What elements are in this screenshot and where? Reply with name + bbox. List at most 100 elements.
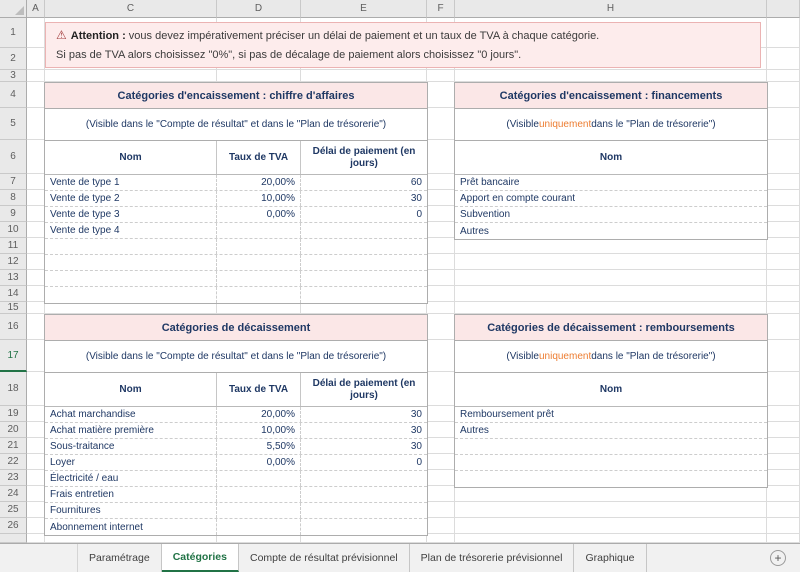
- grid-cell[interactable]: [427, 502, 455, 518]
- cell[interactable]: [301, 503, 427, 518]
- cell[interactable]: [301, 519, 427, 535]
- column-header-E[interactable]: E: [301, 0, 427, 18]
- grid-cell[interactable]: [27, 222, 45, 238]
- cell[interactable]: Autres: [455, 223, 767, 239]
- grid-cell[interactable]: [767, 254, 800, 270]
- row-header-25[interactable]: 25: [0, 502, 27, 518]
- grid-cell[interactable]: [27, 340, 45, 372]
- row-header-12[interactable]: 12: [0, 254, 27, 270]
- grid-cell[interactable]: [301, 70, 427, 82]
- cell[interactable]: [217, 503, 301, 518]
- table-subtitle[interactable]: (Visible uniquement dans le "Plan de tré…: [455, 341, 767, 373]
- cell[interactable]: [217, 239, 301, 254]
- grid-cell[interactable]: [455, 534, 767, 543]
- cell[interactable]: [301, 471, 427, 486]
- cell[interactable]: [217, 271, 301, 286]
- grid-cell[interactable]: [427, 70, 455, 82]
- grid-cell[interactable]: [427, 372, 455, 406]
- row-header-2[interactable]: 2: [0, 48, 27, 70]
- cell[interactable]: Achat matière première: [45, 423, 217, 438]
- cell[interactable]: [301, 487, 427, 502]
- column-header-F[interactable]: F: [427, 0, 455, 18]
- column-header-cell[interactable]: Nom: [45, 373, 217, 406]
- grid-cell[interactable]: [455, 286, 767, 302]
- grid-cell[interactable]: [767, 270, 800, 286]
- grid-cell[interactable]: [27, 286, 45, 302]
- cell[interactable]: [217, 287, 301, 303]
- grid-cell[interactable]: [767, 302, 800, 314]
- cell[interactable]: [217, 487, 301, 502]
- sheet-tab-4[interactable]: Graphique: [574, 544, 647, 572]
- grid-cell[interactable]: [767, 340, 800, 372]
- cell[interactable]: 30: [301, 407, 427, 422]
- grid-cell[interactable]: [427, 518, 455, 534]
- grid-cell[interactable]: [27, 48, 45, 70]
- grid-cell[interactable]: [767, 454, 800, 470]
- column-header-cell[interactable]: Taux de TVA: [217, 141, 301, 174]
- sheet-tab-2[interactable]: Compte de résultat prévisionnel: [239, 544, 410, 572]
- grid-cell[interactable]: [767, 518, 800, 534]
- grid-cell[interactable]: [767, 286, 800, 302]
- column-header-D[interactable]: D: [217, 0, 301, 18]
- grid-cell[interactable]: [767, 82, 800, 108]
- grid-cell[interactable]: [767, 206, 800, 222]
- row-header-1[interactable]: 1: [0, 18, 27, 48]
- grid-cell[interactable]: [427, 314, 455, 340]
- row-header-24[interactable]: 24: [0, 486, 27, 502]
- table-subtitle[interactable]: (Visible dans le "Compte de résultat" et…: [45, 341, 427, 373]
- grid-cell[interactable]: [427, 486, 455, 502]
- row-header-19[interactable]: 19: [0, 406, 27, 422]
- row-header-18[interactable]: 18: [0, 372, 27, 406]
- grid-cell[interactable]: [27, 18, 45, 48]
- grid-cell[interactable]: [27, 70, 45, 82]
- grid-cell[interactable]: [427, 534, 455, 543]
- grid-cell[interactable]: [27, 438, 45, 454]
- cell[interactable]: Vente de type 2: [45, 191, 217, 206]
- cell[interactable]: 10,00%: [217, 191, 301, 206]
- grid-cell[interactable]: [767, 486, 800, 502]
- column-header-partial[interactable]: [767, 0, 800, 18]
- cell[interactable]: Subvention: [455, 207, 767, 222]
- grid-cell[interactable]: [767, 502, 800, 518]
- grid-cell[interactable]: [27, 82, 45, 108]
- grid-cell[interactable]: [27, 238, 45, 254]
- grid-cell[interactable]: [27, 302, 45, 314]
- grid-cell[interactable]: [767, 422, 800, 438]
- column-header-cell[interactable]: Nom: [455, 141, 767, 174]
- grid-cell[interactable]: [767, 470, 800, 486]
- grid-cell[interactable]: [27, 190, 45, 206]
- grid-cell[interactable]: [27, 406, 45, 422]
- grid-cell[interactable]: [455, 518, 767, 534]
- grid-cell[interactable]: [767, 372, 800, 406]
- cell[interactable]: [217, 519, 301, 535]
- table-title[interactable]: Catégories d'encaissement : chiffre d'af…: [45, 83, 427, 109]
- grid-cell[interactable]: [767, 406, 800, 422]
- row-header-4[interactable]: 4: [0, 82, 27, 108]
- row-header-6[interactable]: 6: [0, 140, 27, 174]
- cell[interactable]: 20,00%: [217, 407, 301, 422]
- cell[interactable]: [301, 223, 427, 238]
- grid-cell[interactable]: [45, 70, 217, 82]
- cell[interactable]: Loyer: [45, 455, 217, 470]
- grid-cell[interactable]: [767, 70, 800, 82]
- add-sheet-button[interactable]: +: [770, 550, 786, 566]
- grid-cell[interactable]: [427, 174, 455, 190]
- grid-cell[interactable]: [455, 502, 767, 518]
- grid-cell[interactable]: [455, 238, 767, 254]
- select-all-button[interactable]: [0, 0, 27, 18]
- row-header-21[interactable]: 21: [0, 438, 27, 454]
- grid-cell[interactable]: [455, 486, 767, 502]
- cell[interactable]: [45, 239, 217, 254]
- row-header-23[interactable]: 23: [0, 470, 27, 486]
- row-header-20[interactable]: 20: [0, 422, 27, 438]
- cell[interactable]: [217, 255, 301, 270]
- cell[interactable]: 30: [301, 423, 427, 438]
- cell[interactable]: 30: [301, 191, 427, 206]
- grid-cell[interactable]: [427, 422, 455, 438]
- cell[interactable]: Remboursement prêt: [455, 407, 767, 422]
- grid-cell[interactable]: [27, 206, 45, 222]
- grid-cell[interactable]: [767, 438, 800, 454]
- grid-cell[interactable]: [27, 502, 45, 518]
- cell[interactable]: [301, 271, 427, 286]
- grid-cell[interactable]: [27, 372, 45, 406]
